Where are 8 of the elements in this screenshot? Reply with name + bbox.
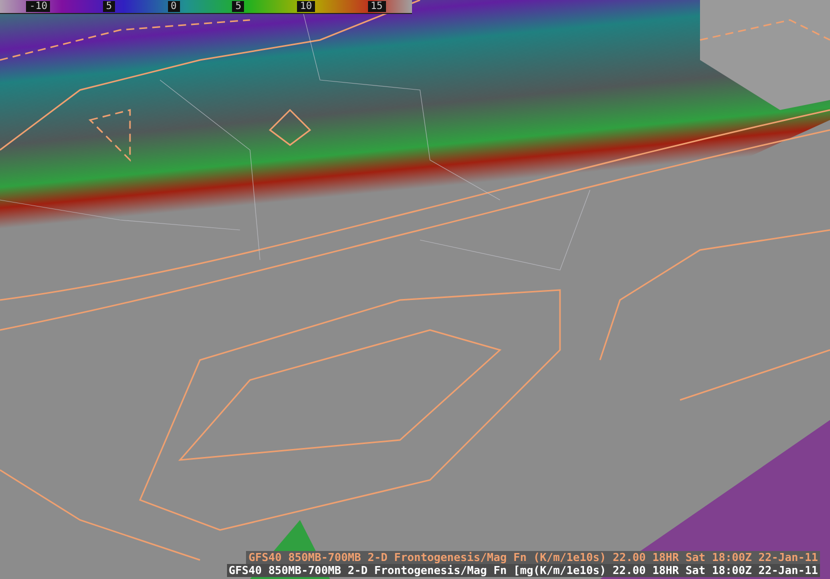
scale-label: 10 xyxy=(296,1,316,12)
faded-caption: GFS40 850MB-700MB 2-D Frontogenesis/Mag Fn (K/m/1e10s) 22.00 18HR Sat 18:00Z 22-Jan-11 xyxy=(246,551,820,564)
scale-label: 0 xyxy=(168,1,180,12)
scale-label: 5 xyxy=(232,1,244,12)
scale-label: 5 xyxy=(103,1,116,12)
map-caption: GFS40 850MB-700MB 2-D Frontogenesis/Mag Fn [mg(K/m/1e10s) 22.00 18HR Sat 18:00Z 22-Jan-11 xyxy=(226,564,820,577)
scale-label: -10 xyxy=(26,1,50,12)
scale-label: 15 xyxy=(368,1,386,12)
